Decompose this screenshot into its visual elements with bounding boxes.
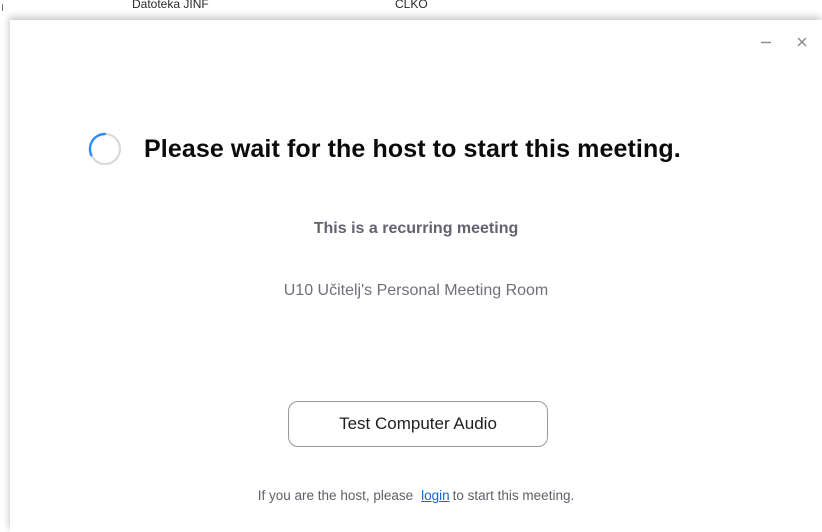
meeting-room-name: U10 Učitelj's Personal Meeting Room xyxy=(283,282,549,299)
host-login-hint: If you are the host, please login to start… xyxy=(10,488,822,503)
recurring-meeting-label: This is a recurring meeting xyxy=(313,220,519,237)
minimize-icon xyxy=(761,41,771,44)
host-login-prefix: If you are the host, please xyxy=(257,488,414,503)
background-marker xyxy=(2,4,6,11)
close-button[interactable] xyxy=(794,34,810,50)
background-window: Datoteka JINF CLKO xyxy=(0,0,822,22)
background-text-b: CLKO xyxy=(395,0,428,11)
close-icon xyxy=(797,37,807,47)
headline: Please wait for the host to start this m… xyxy=(88,132,681,166)
page-title: Please wait for the host to start this m… xyxy=(144,134,681,163)
waiting-room-dialog: Please wait for the host to start this m… xyxy=(10,20,822,532)
login-link[interactable]: login xyxy=(421,488,450,503)
loading-spinner-icon xyxy=(88,132,121,165)
host-login-suffix: to start this meeting. xyxy=(452,488,575,503)
test-computer-audio-button[interactable]: Test Computer Audio xyxy=(288,401,548,447)
minimize-button[interactable] xyxy=(758,34,774,50)
background-text-a: Datoteka JINF xyxy=(132,0,209,11)
window-controls xyxy=(758,34,810,50)
